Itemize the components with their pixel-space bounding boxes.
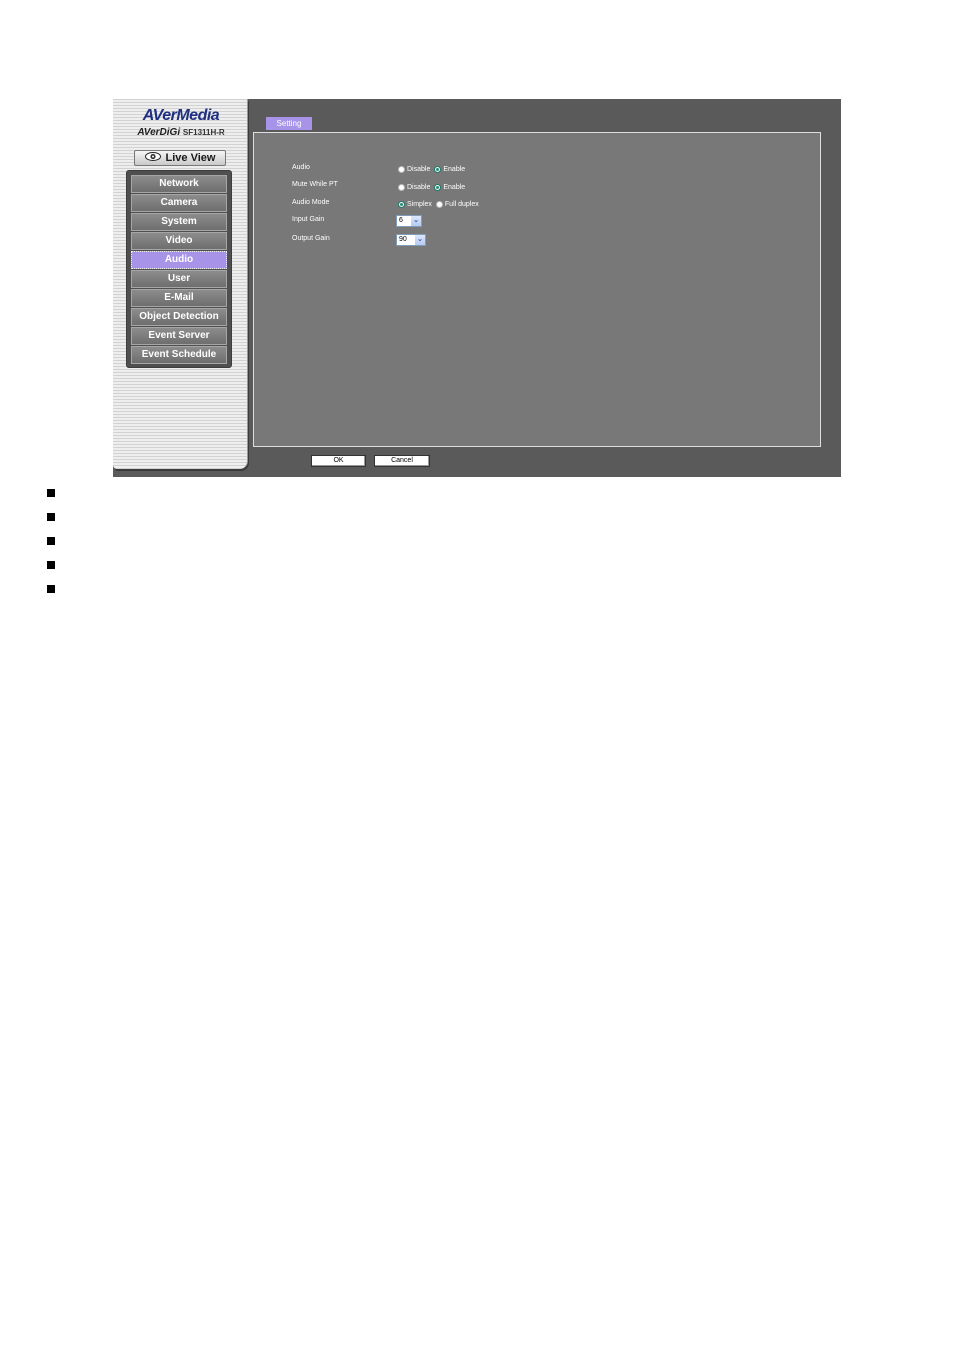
menu-item-system[interactable]: System (131, 213, 227, 231)
model-logo: AVerDiGi SF1311H-R (125, 127, 237, 138)
audio-settings-panel: Audio Disable Enable Mute While PT Disab… (253, 132, 821, 447)
model-name: SF1311H-R (182, 128, 225, 137)
live-view-button[interactable]: Live View (134, 150, 226, 166)
input-gain-select[interactable]: 6 ⌄ (396, 215, 422, 227)
ok-button[interactable]: OK (311, 455, 366, 467)
audio-disable-label: Disable (407, 166, 431, 173)
audio-label: Audio (292, 164, 310, 171)
bullet-marker (47, 489, 55, 497)
screenshot-window: AVerMedia AVerDiGi SF1311H-R Live View N… (113, 99, 841, 477)
menu-item-camera[interactable]: Camera (131, 194, 227, 212)
mute-enable-label: Enable (443, 184, 466, 191)
chevron-down-icon: ⌄ (415, 235, 425, 245)
menu-item-network[interactable]: Network (131, 175, 227, 193)
full-duplex-label: Full duplex (444, 201, 479, 208)
audio-mode-radio-group: Simplex Full duplex (398, 200, 483, 209)
menu-item-object-detection[interactable]: Object Detection (131, 308, 227, 326)
eye-icon (144, 151, 161, 165)
output-gain-value: 90 (399, 236, 407, 243)
menu-item-audio[interactable]: Audio (131, 251, 227, 269)
audio-enable-label: Enable (443, 166, 466, 173)
bullet-marker (47, 561, 55, 569)
mute-disable-label: Disable (407, 184, 431, 191)
sidebar: AVerMedia AVerDiGi SF1311H-R Live View N… (113, 99, 248, 469)
input-gain-value: 6 (399, 217, 403, 224)
brand-logo: AVerMedia (142, 107, 220, 124)
menu-item-event-server[interactable]: Event Server (131, 327, 227, 345)
mute-radio-group: Disable Enable (398, 183, 469, 192)
model-prefix: AVerDiGi (137, 127, 181, 138)
menu-item-user[interactable]: User (131, 270, 227, 288)
audio-mode-label: Audio Mode (292, 199, 330, 206)
output-gain-select[interactable]: 90 ⌄ (396, 234, 426, 246)
audio-disable-radio[interactable] (398, 166, 405, 173)
simplex-label: Simplex (407, 201, 432, 208)
simplex-radio[interactable] (398, 201, 405, 208)
chevron-down-icon: ⌄ (411, 216, 421, 226)
input-gain-label: Input Gain (292, 216, 325, 223)
mute-disable-radio[interactable] (398, 184, 405, 191)
menu-item-email[interactable]: E-Mail (131, 289, 227, 307)
output-gain-label: Output Gain (292, 235, 330, 242)
menu-item-event-schedule[interactable]: Event Schedule (131, 346, 227, 364)
cancel-button[interactable]: Cancel (374, 455, 430, 467)
audio-enable-radio[interactable] (434, 166, 442, 173)
menu-item-video[interactable]: Video (131, 232, 227, 250)
bullet-marker (47, 585, 55, 593)
bullet-marker (47, 537, 55, 545)
tab-setting[interactable]: Setting (266, 117, 312, 130)
audio-radio-group: Disable Enable (398, 165, 469, 174)
full-duplex-radio[interactable] (435, 201, 443, 208)
settings-menu: Network Camera System Video Audio User E… (126, 170, 232, 368)
mute-enable-radio[interactable] (434, 184, 442, 191)
live-view-label: Live View (165, 152, 216, 164)
mute-while-pt-label: Mute While PT (292, 181, 338, 188)
bullet-marker (47, 513, 55, 521)
